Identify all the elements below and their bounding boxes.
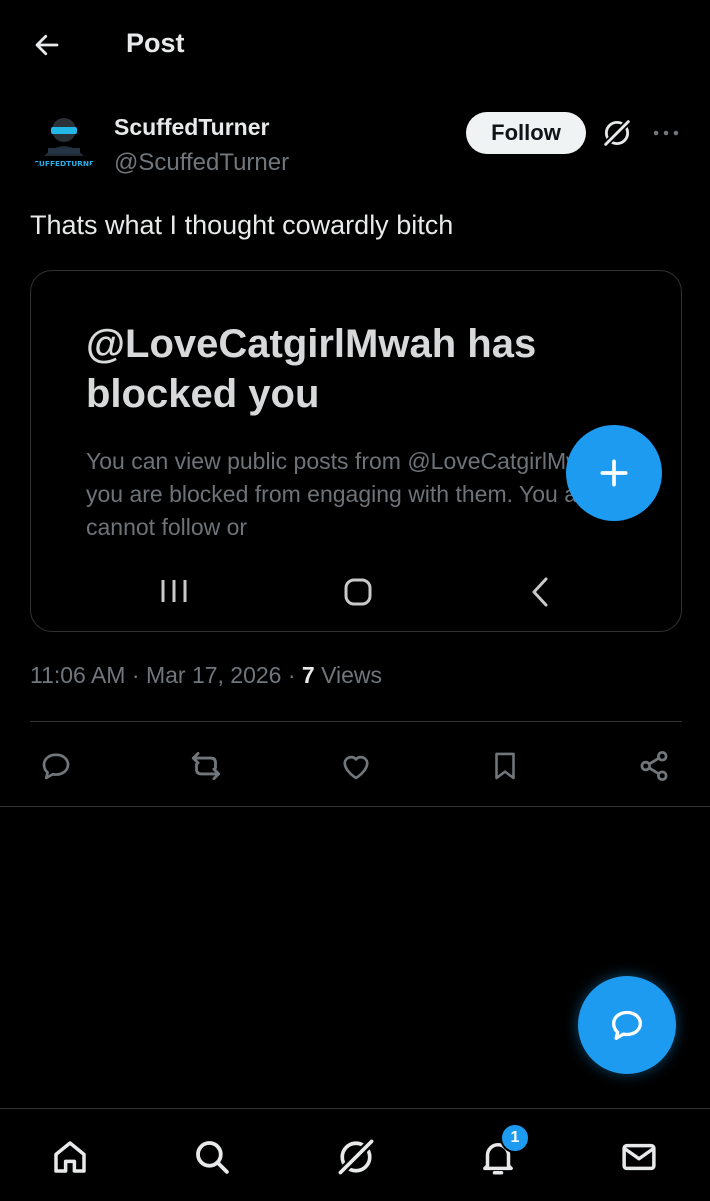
- post-date[interactable]: Mar 17, 2026: [146, 662, 282, 688]
- separator-dot: ·: [287, 662, 302, 688]
- follow-button[interactable]: Follow: [466, 112, 586, 154]
- author-display-name[interactable]: ScuffedTurner: [114, 114, 269, 141]
- like-button[interactable]: [336, 746, 376, 786]
- reply-button[interactable]: [36, 746, 76, 786]
- image-title-text: @LoveCatgirlMwah has blocked you: [86, 322, 537, 416]
- bookmark-icon: [495, 752, 515, 780]
- views-count: 7: [301, 662, 315, 688]
- views-label: Views: [321, 662, 383, 688]
- image-compose-fab: [566, 425, 662, 521]
- chevron-left-icon: [528, 575, 552, 609]
- post-time[interactable]: 11:06 AM: [30, 662, 125, 688]
- search-icon: [196, 1141, 229, 1174]
- bookmark-button[interactable]: [485, 746, 525, 786]
- more-icon: [653, 130, 679, 136]
- reply-fab-button[interactable]: [578, 976, 676, 1074]
- nav-grok[interactable]: [334, 1135, 378, 1179]
- grok-icon: [337, 1138, 375, 1176]
- bottom-nav: 1: [0, 1108, 710, 1201]
- grok-icon: [603, 119, 631, 147]
- repost-icon: [191, 751, 221, 781]
- avatar-image: SCUFFEDTURNER: [30, 110, 98, 178]
- home-icon: [54, 1141, 86, 1173]
- divider: [30, 721, 682, 722]
- reply-icon: [42, 753, 70, 780]
- more-options-button[interactable]: [649, 116, 683, 150]
- avatar-logo-text: SCUFFEDTURNER: [30, 159, 98, 168]
- mail-icon: [622, 1143, 656, 1171]
- post-meta: 11:06 AM · Mar 17, 2026 · 7 Views: [30, 662, 382, 689]
- separator-dot: ·: [131, 662, 146, 688]
- page-title: Post: [126, 28, 185, 58]
- grok-button[interactable]: [600, 116, 634, 150]
- reply-bubble-icon: [612, 1010, 642, 1040]
- recent-apps-icon: [159, 577, 189, 605]
- back-button[interactable]: [28, 26, 66, 64]
- share-button[interactable]: [634, 746, 674, 786]
- notification-badge: 1: [500, 1123, 530, 1153]
- post-text: Thats what I thought cowardly bitch: [30, 210, 454, 240]
- nav-home[interactable]: [48, 1135, 92, 1179]
- avatar[interactable]: SCUFFEDTURNER: [30, 110, 98, 178]
- plus-icon: [600, 459, 628, 487]
- home-square-icon: [343, 577, 373, 607]
- post-image[interactable]: @LoveCatgirlMwah has blocked you You can…: [30, 270, 682, 632]
- divider: [0, 806, 710, 807]
- nav-messages[interactable]: [617, 1135, 661, 1179]
- nav-search[interactable]: [190, 1135, 234, 1179]
- share-icon: [640, 751, 668, 781]
- arrow-left-icon: [35, 34, 59, 56]
- repost-button[interactable]: [186, 746, 226, 786]
- like-icon: [343, 755, 369, 780]
- author-handle[interactable]: @ScuffedTurner: [114, 149, 289, 177]
